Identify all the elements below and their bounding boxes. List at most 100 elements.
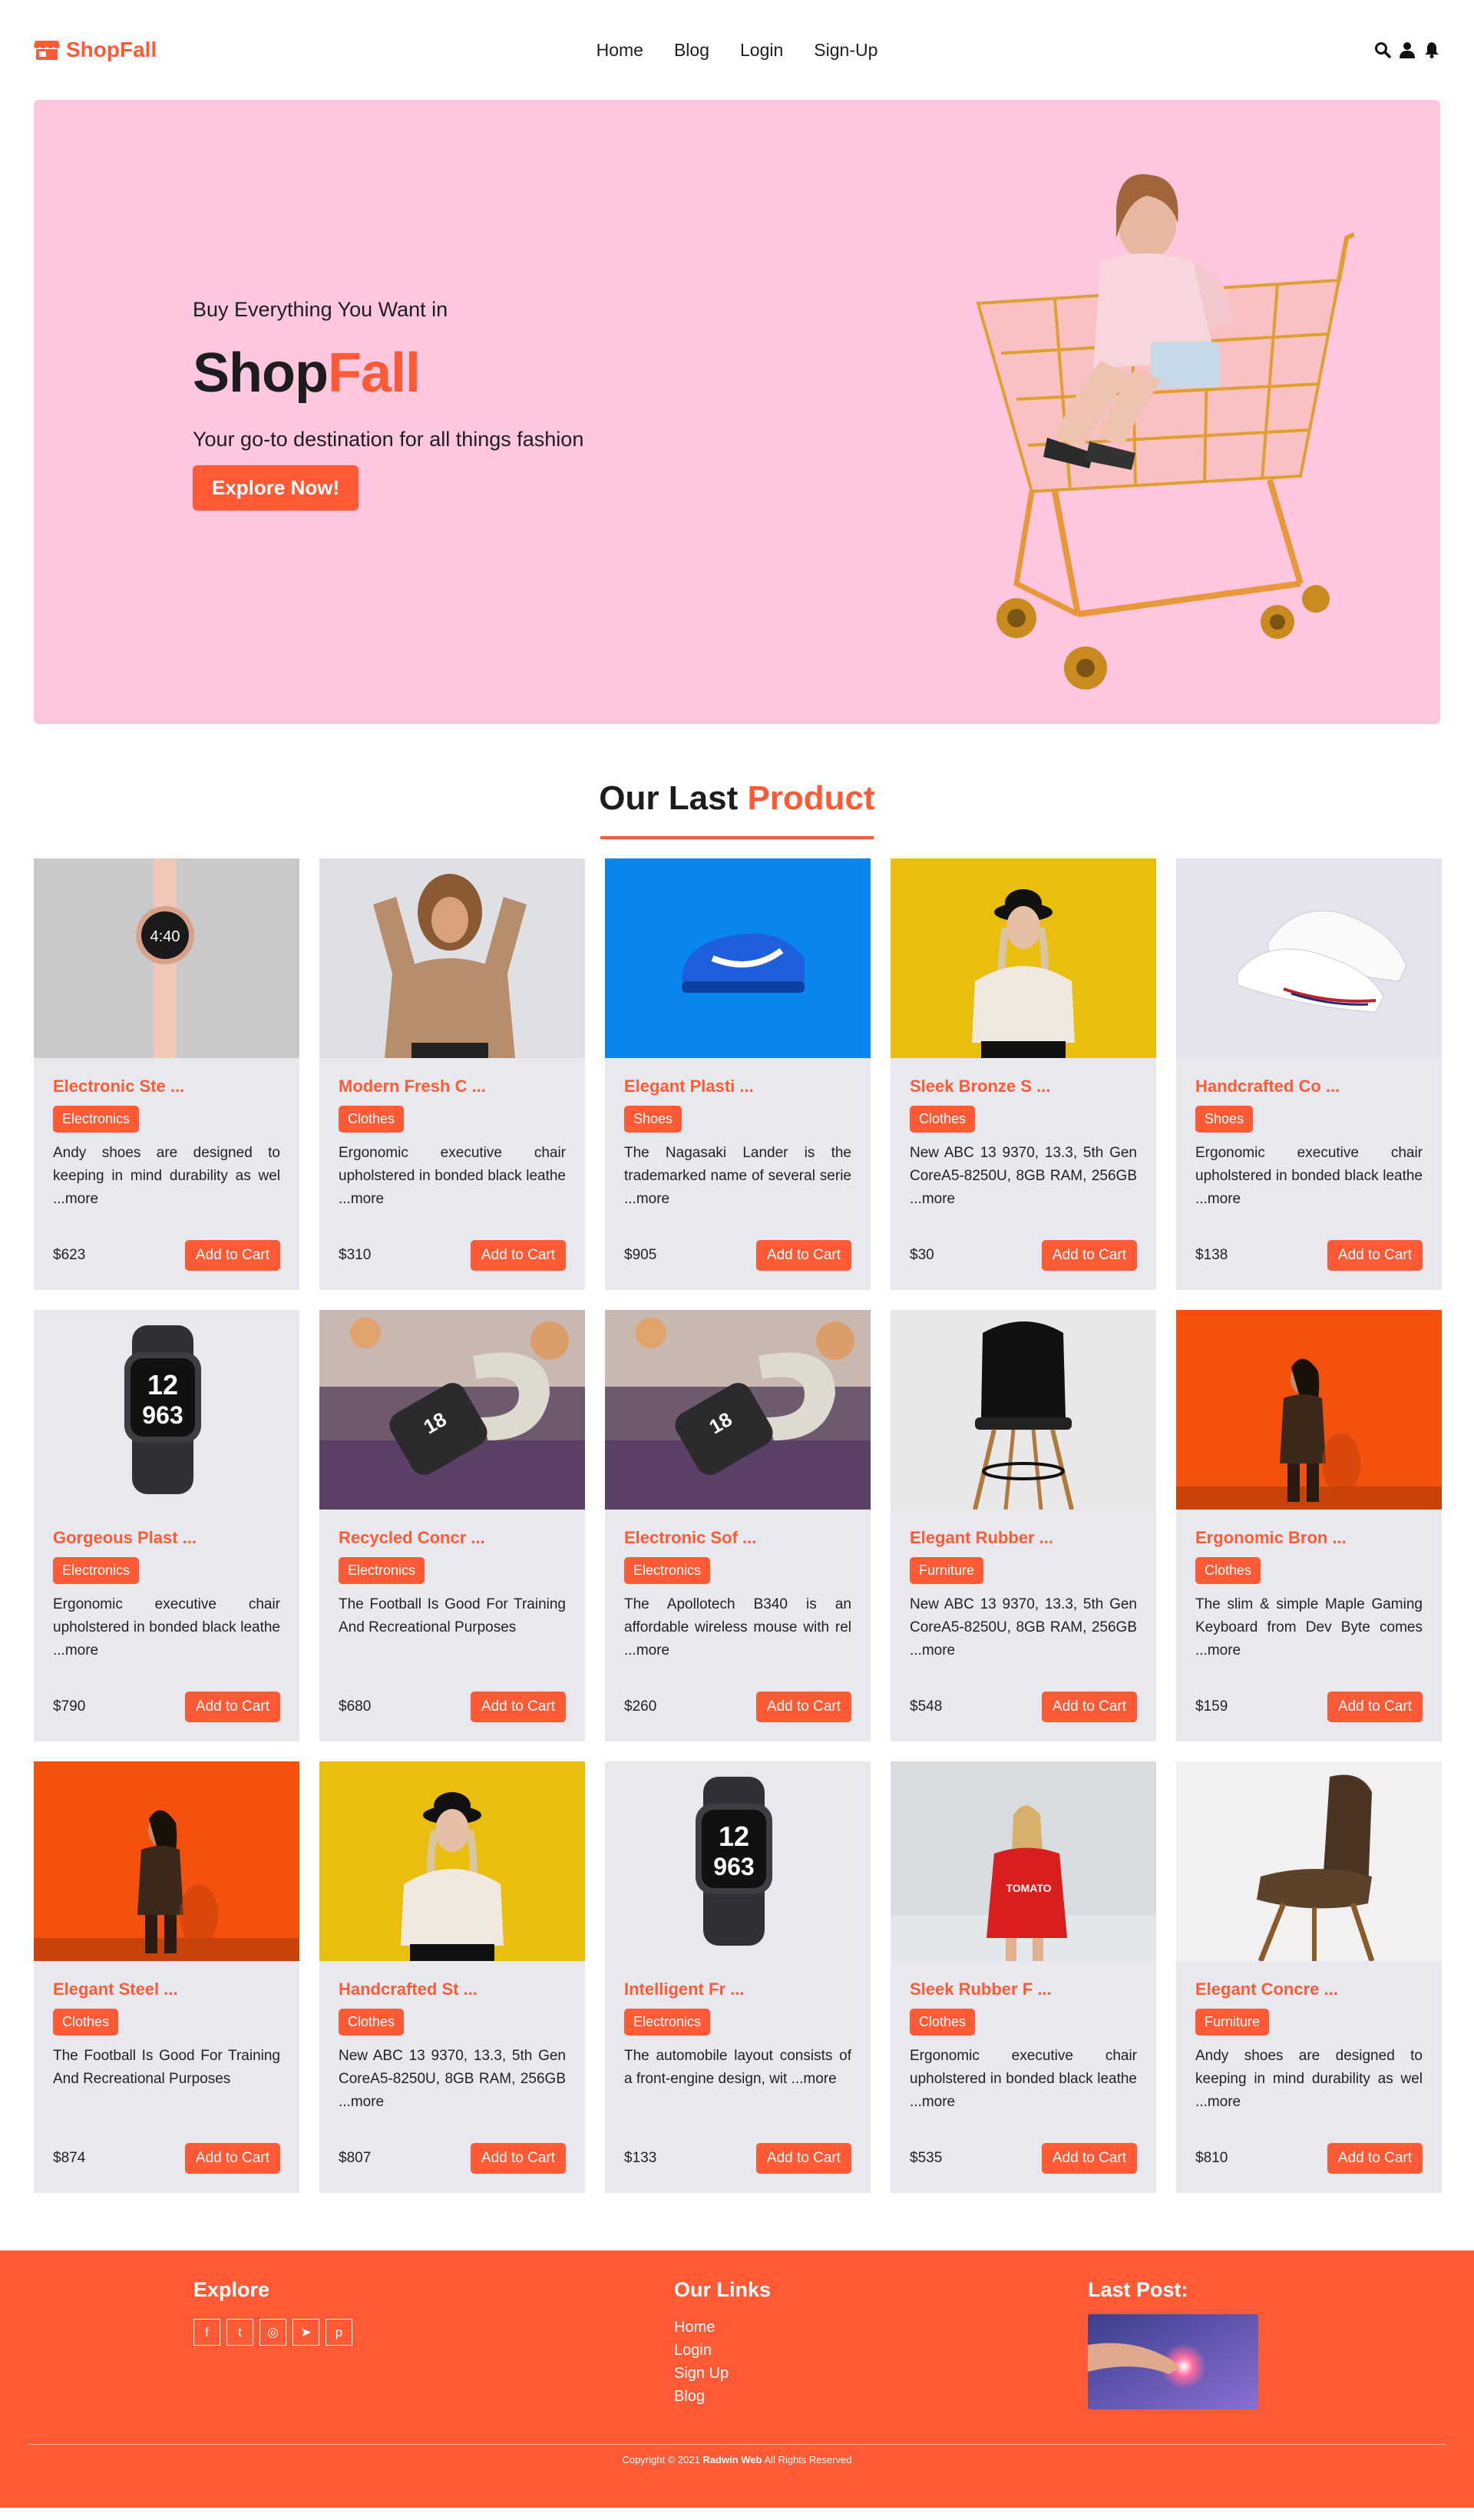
product-card[interactable]: Elegant Concre ... Furniture Andy shoes ar… (1176, 1761, 1442, 2193)
product-card[interactable]: 4:40 Electronic Ste ... Electronics Andy sh… (34, 858, 299, 1290)
product-title[interactable]: Sleek Bronze S ... (910, 1076, 1137, 1096)
product-category-badge[interactable]: Furniture (910, 1557, 984, 1584)
add-to-cart-button[interactable]: Add to Cart (1327, 2143, 1423, 2174)
product-image[interactable] (1176, 1761, 1442, 1961)
add-to-cart-button[interactable]: Add to Cart (1041, 2143, 1137, 2174)
copyright-brand[interactable]: Radwin Web (702, 2454, 762, 2465)
product-title[interactable]: Elegant Concre ... (1195, 1979, 1423, 1999)
product-category-badge[interactable]: Electronics (53, 1557, 140, 1584)
product-footer: $138 Add to Cart (1195, 1240, 1423, 1271)
product-category-badge[interactable]: Shoes (1195, 1106, 1254, 1133)
product-title[interactable]: Electronic Sof ... (624, 1528, 851, 1548)
product-title[interactable]: Ergonomic Bron ... (1195, 1528, 1423, 1548)
product-title[interactable]: Intelligent Fr ... (624, 1979, 851, 1999)
product-category-badge[interactable]: Electronics (624, 1557, 711, 1584)
product-title[interactable]: Gorgeous Plast ... (53, 1528, 280, 1548)
product-card[interactable]: Handcrafted Co ... Shoes Ergonomic executi… (1176, 858, 1442, 1290)
product-footer: $874 Add to Cart (53, 2143, 280, 2174)
product-photo (1176, 1761, 1442, 1961)
product-category-badge[interactable]: Electronics (339, 1557, 425, 1584)
product-image[interactable] (891, 858, 1156, 1058)
product-image[interactable]: 18 (605, 1310, 871, 1510)
product-title[interactable]: Handcrafted St ... (339, 1979, 566, 1999)
footer-link-blog[interactable]: Blog (674, 2385, 771, 2408)
add-to-cart-button[interactable]: Add to Cart (184, 1692, 280, 1722)
product-card[interactable]: 12 963 Gorgeous Plast ... Electronics Ergono… (34, 1310, 299, 1741)
pinterest-icon[interactable]: p (326, 2319, 352, 2346)
product-image[interactable] (605, 858, 871, 1058)
product-category-badge[interactable]: Clothes (1195, 1557, 1261, 1584)
product-card[interactable]: 12 963 Intelligent Fr ... Electronics The au… (605, 1761, 871, 2193)
product-image[interactable]: 4:40 (34, 858, 299, 1058)
add-to-cart-button[interactable]: Add to Cart (184, 2143, 280, 2174)
product-card[interactable]: 18 Electronic Sof ... Electronics The Apoll… (605, 1310, 871, 1741)
add-to-cart-button[interactable]: Add to Cart (470, 1692, 566, 1722)
add-to-cart-button[interactable]: Add to Cart (184, 1240, 280, 1271)
product-card[interactable]: Elegant Steel ... Clothes The Football Is … (34, 1761, 299, 2193)
product-card[interactable]: Ergonomic Bron ... Clothes The slim & simp… (1176, 1310, 1442, 1741)
product-title[interactable]: Elegant Plasti ... (624, 1076, 851, 1096)
add-to-cart-button[interactable]: Add to Cart (470, 2143, 566, 2174)
product-category-badge[interactable]: Electronics (624, 2009, 711, 2036)
product-category-badge[interactable]: Clothes (910, 2009, 976, 2036)
product-image[interactable] (1176, 858, 1442, 1058)
product-image[interactable] (891, 1310, 1156, 1510)
facebook-icon[interactable]: f (193, 2319, 220, 2346)
product-card[interactable]: 18 Recycled Concr ... Electronics The Footb… (319, 1310, 585, 1741)
twitter-icon[interactable]: t (226, 2319, 253, 2346)
product-category-badge[interactable]: Furniture (1195, 2009, 1270, 2036)
product-card[interactable]: TOMATO Sleek Rubber F ... Clothes Ergonomic… (891, 1761, 1156, 2193)
brand-logo[interactable]: ShopFall (34, 38, 157, 62)
product-title[interactable]: Handcrafted Co ... (1195, 1076, 1423, 1096)
footer-link-signup[interactable]: Sign Up (674, 2362, 771, 2385)
product-category-badge[interactable]: Clothes (339, 2009, 405, 2036)
product-image[interactable] (319, 1761, 585, 1961)
product-image[interactable] (1176, 1310, 1442, 1510)
product-card[interactable]: Modern Fresh C ... Clothes Ergonomic execu… (319, 858, 585, 1290)
instagram-icon[interactable]: ◎ (259, 2319, 286, 2346)
nav-login[interactable]: Login (740, 40, 783, 61)
product-category-badge[interactable]: Clothes (339, 1106, 405, 1133)
product-image[interactable]: 12 963 (34, 1310, 299, 1510)
product-card[interactable]: Handcrafted St ... Clothes New ABC 13 9370… (319, 1761, 585, 2193)
product-image[interactable]: 18 (319, 1310, 585, 1510)
product-card[interactable]: Sleek Bronze S ... Clothes New ABC 13 9370… (891, 858, 1156, 1290)
product-title[interactable]: Electronic Ste ... (53, 1076, 280, 1096)
nav-blog[interactable]: Blog (674, 40, 709, 61)
product-category-badge[interactable]: Electronics (53, 1106, 140, 1133)
footer-link-home[interactable]: Home (674, 2316, 771, 2339)
add-to-cart-button[interactable]: Add to Cart (755, 2143, 851, 2174)
product-category-badge[interactable]: Shoes (624, 1106, 682, 1133)
nav-signup[interactable]: Sign-Up (814, 40, 877, 61)
add-to-cart-button[interactable]: Add to Cart (1327, 1692, 1423, 1722)
last-post-image[interactable] (1088, 2314, 1258, 2409)
add-to-cart-button[interactable]: Add to Cart (470, 1240, 566, 1271)
product-title[interactable]: Modern Fresh C ... (339, 1076, 566, 1096)
product-title[interactable]: Elegant Steel ... (53, 1979, 280, 1999)
product-title[interactable]: Elegant Rubber ... (910, 1528, 1137, 1548)
product-title[interactable]: Recycled Concr ... (339, 1528, 566, 1548)
product-image[interactable]: 12 963 (605, 1761, 871, 1961)
add-to-cart-button[interactable]: Add to Cart (1327, 1240, 1423, 1271)
product-image[interactable] (34, 1761, 299, 1961)
bell-icon[interactable] (1423, 41, 1440, 58)
add-to-cart-button[interactable]: Add to Cart (1041, 1692, 1137, 1722)
explore-now-button[interactable]: Explore Now! (193, 465, 359, 511)
telegram-icon[interactable]: ➤ (292, 2319, 319, 2346)
product-card[interactable]: Elegant Rubber ... Furniture New ABC 13 93… (891, 1310, 1156, 1741)
svg-text:963: 963 (713, 1853, 754, 1880)
add-to-cart-button[interactable]: Add to Cart (755, 1240, 851, 1271)
nav-home[interactable]: Home (597, 40, 643, 61)
product-title[interactable]: Sleek Rubber F ... (910, 1979, 1137, 1999)
product-category-badge[interactable]: Clothes (53, 2009, 119, 2036)
product-card[interactable]: Elegant Plasti ... Shoes The Nagasaki Land… (605, 858, 871, 1290)
product-body: Recycled Concr ... Electronics The Footbal… (319, 1510, 585, 1662)
search-icon[interactable] (1374, 41, 1391, 58)
add-to-cart-button[interactable]: Add to Cart (1041, 1240, 1137, 1271)
product-image[interactable] (319, 858, 585, 1058)
footer-link-login[interactable]: Login (674, 2339, 771, 2362)
product-image[interactable]: TOMATO (891, 1761, 1156, 1961)
product-category-badge[interactable]: Clothes (910, 1106, 976, 1133)
user-icon[interactable] (1399, 41, 1416, 58)
add-to-cart-button[interactable]: Add to Cart (755, 1692, 851, 1722)
